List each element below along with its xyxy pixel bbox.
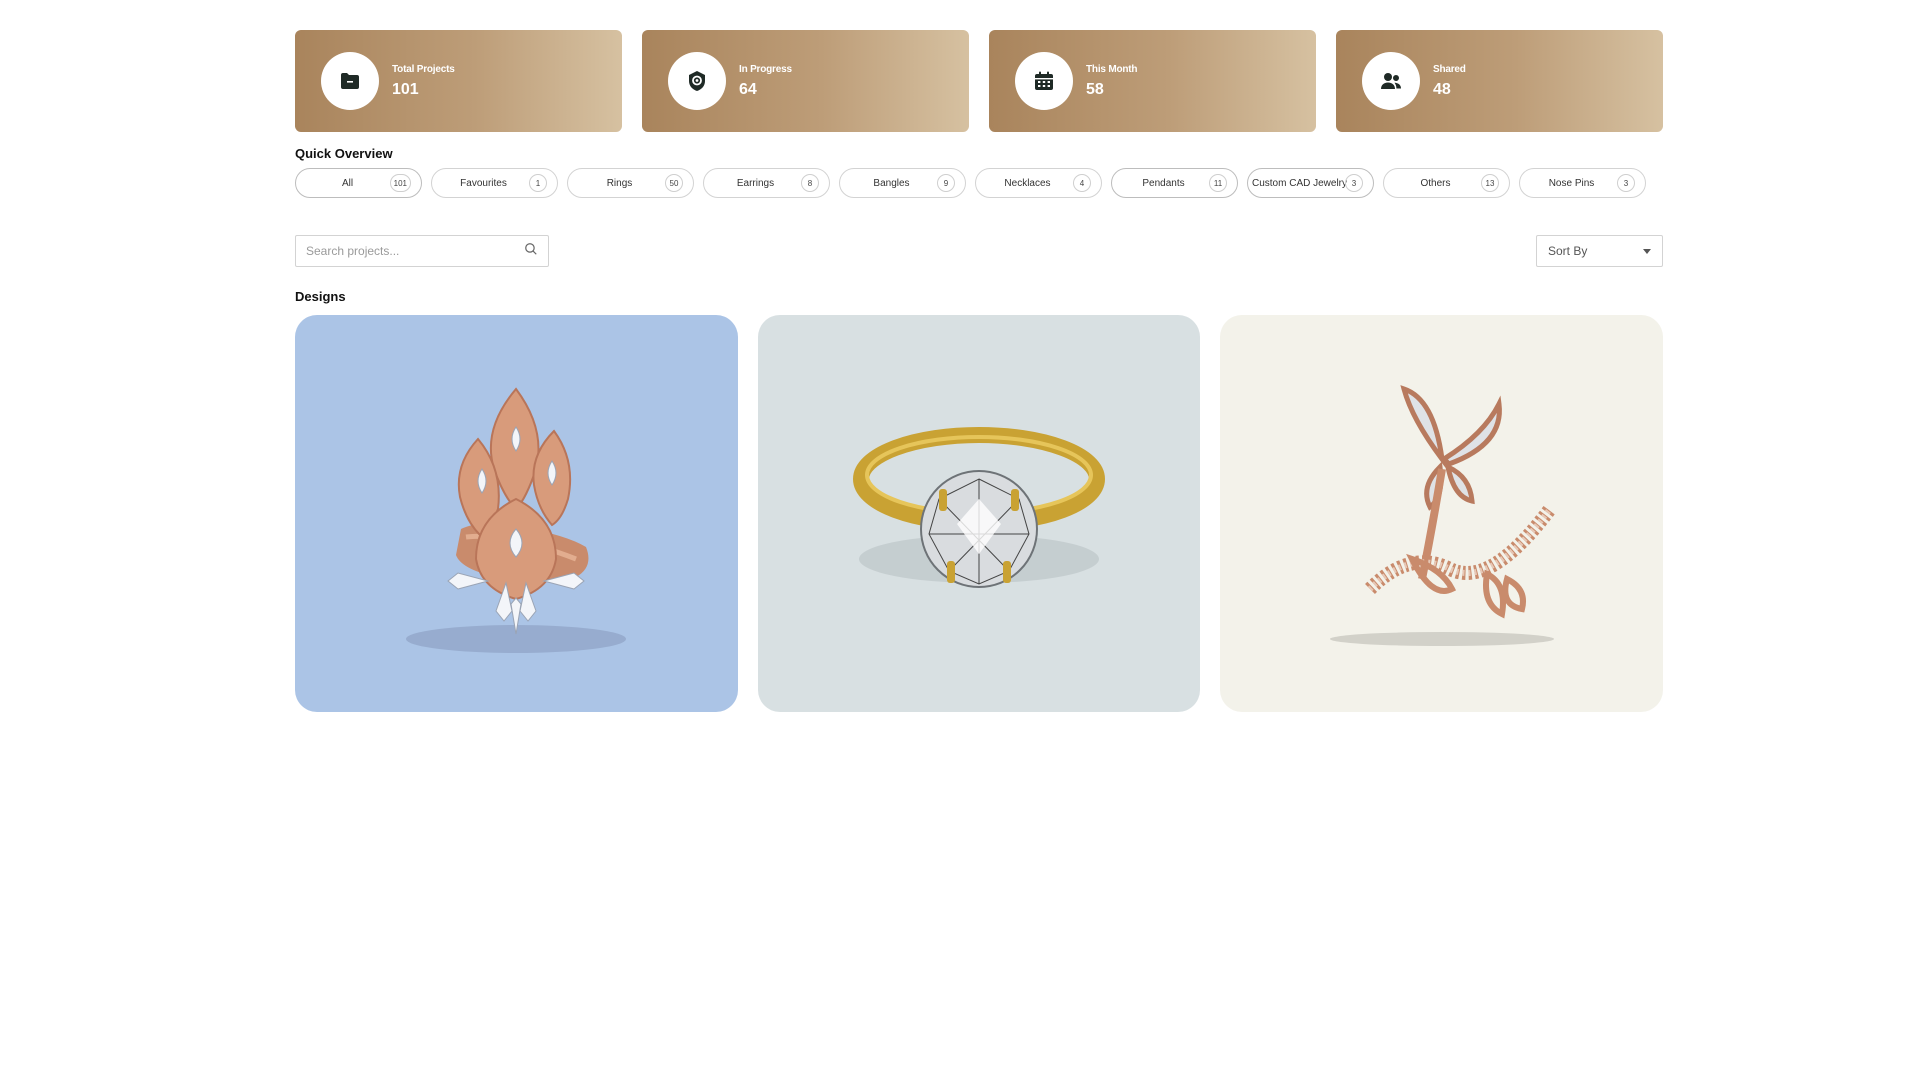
gold-solitaire-diamond-ring-image [853, 426, 1105, 588]
dashboard: Total Projects 101 In Progress 64 This M… [295, 30, 1664, 712]
calendar-icon [1015, 52, 1073, 110]
chip-count: 3 [1617, 174, 1635, 192]
chip-count: 50 [665, 174, 683, 192]
stat-card-this-month[interactable]: This Month 58 [989, 30, 1316, 132]
chip-label: All [341, 177, 354, 189]
design-card[interactable] [757, 315, 1201, 712]
designs-title: Designs [295, 289, 346, 304]
stat-label: In Progress [739, 63, 792, 75]
rose-gold-butterfly-ring-image [1329, 384, 1556, 646]
chip-label: Others [1420, 177, 1451, 189]
stat-label: Shared [1433, 63, 1466, 75]
chip-custom-cad-jewelry[interactable]: Custom CAD Jewelry 3 [1247, 168, 1374, 198]
chip-label: Nose Pins [1548, 177, 1595, 189]
stat-card-in-progress[interactable]: In Progress 64 [642, 30, 969, 132]
stat-value: 48 [1433, 80, 1451, 98]
quick-overview-title: Quick Overview [295, 146, 393, 161]
chip-label: Pendants [1142, 177, 1185, 189]
rose-gold-leaf-cluster-ring-image [406, 386, 627, 653]
stat-label: This Month [1086, 63, 1138, 75]
chip-pendants[interactable]: Pendants 11 [1111, 168, 1238, 198]
stat-card-shared[interactable]: Shared 48 [1336, 30, 1663, 132]
chip-earrings[interactable]: Earrings 8 [703, 168, 830, 198]
chip-count: 9 [937, 174, 955, 192]
chip-label: Bangles [873, 177, 910, 189]
category-filter-chips: All 101 Favourites 1 Rings 50 Earrings 8… [295, 168, 1663, 198]
design-grid [295, 315, 1664, 712]
design-card[interactable] [295, 315, 738, 712]
chip-necklaces[interactable]: Necklaces 4 [975, 168, 1102, 198]
chip-count: 4 [1073, 174, 1091, 192]
chip-others[interactable]: Others 13 [1383, 168, 1510, 198]
chip-count: 1 [529, 174, 547, 192]
chip-all[interactable]: All 101 [295, 168, 422, 198]
chip-label: Rings [606, 177, 633, 189]
search-box [295, 235, 549, 267]
chip-label: Favourites [460, 177, 507, 189]
stat-value: 101 [392, 80, 419, 98]
sort-label: Sort By [1548, 244, 1588, 258]
toolbar: Sort By [295, 235, 1663, 267]
progress-icon [668, 52, 726, 110]
chip-label: Earrings [736, 177, 775, 189]
search-icon[interactable] [524, 242, 538, 261]
chip-count: 8 [801, 174, 819, 192]
stat-value: 64 [739, 80, 757, 98]
stat-value: 58 [1086, 80, 1104, 98]
users-icon [1362, 52, 1420, 110]
stat-card-total-projects[interactable]: Total Projects 101 [295, 30, 622, 132]
stats-row: Total Projects 101 In Progress 64 This M… [295, 30, 1663, 132]
chip-count: 3 [1345, 174, 1363, 192]
chip-label: Custom CAD Jewelry [1251, 177, 1348, 189]
sort-dropdown[interactable]: Sort By [1536, 235, 1663, 267]
design-card[interactable] [1220, 315, 1664, 712]
folder-icon [321, 52, 379, 110]
chip-rings[interactable]: Rings 50 [567, 168, 694, 198]
caret-down-icon [1643, 248, 1651, 254]
chip-count: 101 [389, 174, 411, 192]
chip-favourites[interactable]: Favourites 1 [431, 168, 558, 198]
chip-label: Necklaces [1004, 177, 1051, 189]
chip-bangles[interactable]: Bangles 9 [839, 168, 966, 198]
search-input[interactable] [306, 244, 524, 258]
chip-count: 13 [1481, 174, 1499, 192]
chip-nose-pins[interactable]: Nose Pins 3 [1519, 168, 1646, 198]
stat-label: Total Projects [392, 63, 455, 75]
chip-count: 11 [1209, 174, 1227, 192]
